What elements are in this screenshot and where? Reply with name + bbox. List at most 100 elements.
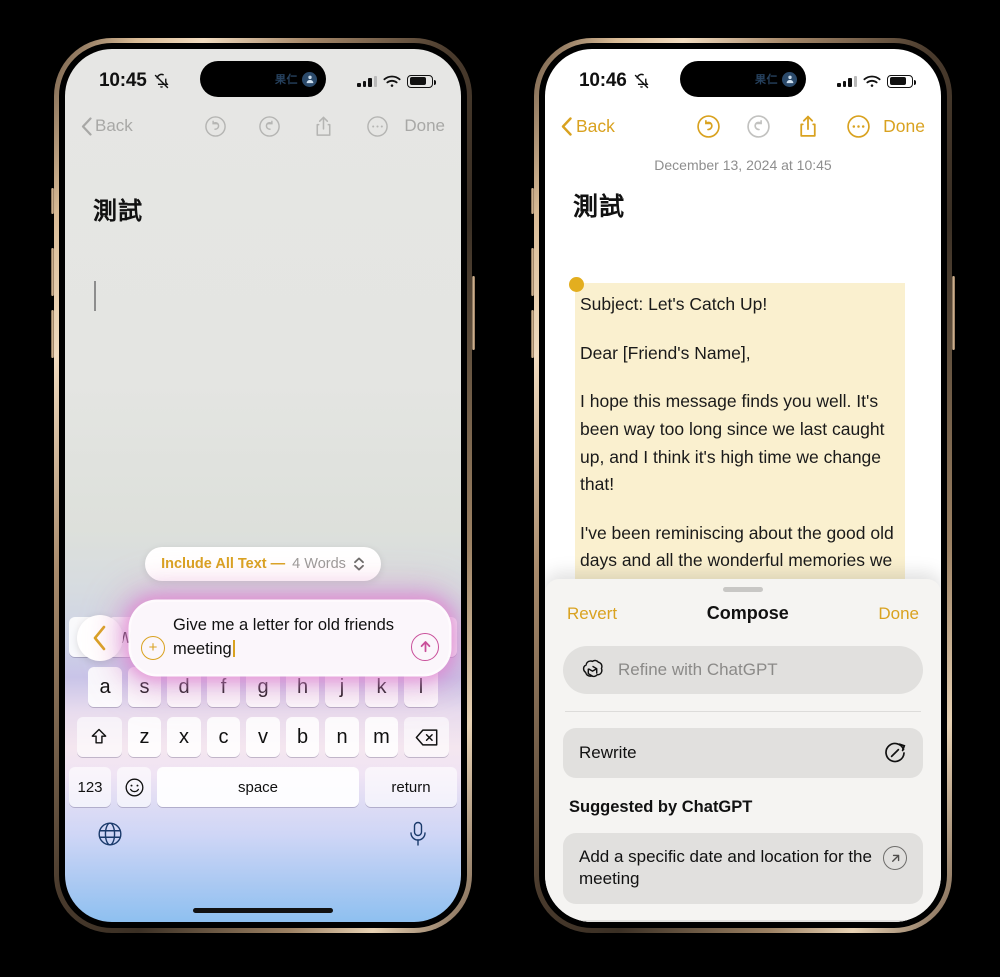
emoji-smiley-icon <box>125 778 143 796</box>
chatgpt-logo-icon <box>582 659 603 677</box>
key-b[interactable]: b <box>285 717 320 757</box>
wifi-icon <box>383 75 401 87</box>
chevron-left-icon <box>93 625 106 651</box>
globe-language-icon[interactable] <box>97 821 123 852</box>
more-ellipsis-icon[interactable] <box>833 114 883 139</box>
keyboard-row-3: zxcvbnm <box>65 717 461 757</box>
arrow-up-right-circle-icon[interactable] <box>883 846 907 870</box>
power-button[interactable] <box>952 276 955 350</box>
dynamic-island-right[interactable]: 果仁 <box>680 61 806 97</box>
battery-icon <box>407 74 436 88</box>
microphone-icon[interactable] <box>407 821 429 852</box>
power-button[interactable] <box>472 276 475 350</box>
return-key[interactable]: return <box>365 767 457 807</box>
send-button[interactable] <box>411 632 439 661</box>
shift-key[interactable] <box>76 717 122 757</box>
keyboard-row-4: 123 space return <box>65 767 461 807</box>
back-button[interactable]: Back <box>81 116 133 136</box>
bell-slash-icon <box>634 73 649 88</box>
backspace-delete-icon <box>415 728 438 746</box>
sheet-done-button[interactable]: Done <box>878 604 919 624</box>
include-text-pill-wrap: Include All Text — 4 Words <box>65 547 461 581</box>
key-x[interactable]: x <box>167 717 201 757</box>
key-c[interactable]: c <box>206 717 241 757</box>
revert-button[interactable]: Revert <box>567 604 617 624</box>
key-m[interactable]: m <box>364 717 399 757</box>
share-icon[interactable] <box>296 115 350 138</box>
compose-sheet: Revert Compose Done Refine with ChatGPT … <box>545 579 941 922</box>
note-title[interactable]: 測試 <box>573 187 625 223</box>
home-indicator[interactable] <box>193 908 333 913</box>
refine-placeholder: Refine with ChatGPT <box>618 660 778 679</box>
include-all-text-pill[interactable]: Include All Text — 4 Words <box>145 547 381 581</box>
person-icon <box>302 71 317 87</box>
note-timestamp: December 13, 2024 at 10:45 <box>654 157 832 173</box>
status-time: 10:45 <box>99 70 170 92</box>
include-pill-count: 4 Words <box>292 556 346 572</box>
rewrite-row[interactable]: Rewrite <box>563 728 923 778</box>
undo-icon[interactable] <box>188 115 242 138</box>
note-title[interactable]: 測試 <box>93 191 143 226</box>
ai-prompt-input[interactable]: + Give me a letter for old friends meeti… <box>131 602 449 674</box>
composer-back-button[interactable] <box>77 614 123 661</box>
share-icon[interactable] <box>783 114 833 139</box>
island-user-name: 果仁 <box>755 74 778 86</box>
more-ellipsis-icon[interactable] <box>350 115 404 138</box>
arrow-up-circle-icon <box>420 641 430 653</box>
done-button[interactable]: Done <box>404 116 445 136</box>
phone-right-bezel: 10:46 果仁 Back Done December 13, 2024 at … <box>539 43 947 928</box>
note-paragraph: Dear [Friend's Name], <box>580 342 751 363</box>
phone-left: 10:45 果仁 Back Done 測試 Include All Text —… <box>51 38 475 933</box>
selection-start-handle[interactable] <box>569 277 584 292</box>
space-key[interactable]: space <box>157 767 359 807</box>
redo-icon <box>733 114 783 139</box>
status-time-label: 10:45 <box>99 70 147 91</box>
rewrite-dial-icon <box>885 742 906 763</box>
text-caret <box>94 281 96 311</box>
key-v[interactable]: v <box>246 717 280 757</box>
undo-icon[interactable] <box>683 114 733 139</box>
back-label: Back <box>576 115 615 136</box>
composer-row: + Give me a letter for old friends meeti… <box>65 602 461 674</box>
status-indicators <box>357 74 436 88</box>
emoji-key[interactable] <box>117 767 151 807</box>
note-toolbar-right: Back Done <box>545 103 941 149</box>
ai-prompt-value: Give me a letter for old friends meeting <box>173 616 395 658</box>
volume-up-button[interactable] <box>531 248 534 296</box>
key-z[interactable]: z <box>127 717 162 757</box>
volume-down-button[interactable] <box>531 310 534 358</box>
stepper-updown-icon[interactable] <box>353 556 365 572</box>
volume-down-button[interactable] <box>51 310 54 358</box>
compose-sheet-header: Revert Compose Done <box>545 592 941 628</box>
delete-key[interactable] <box>404 717 450 757</box>
chevron-left-icon <box>81 116 92 136</box>
shift-arrow-icon <box>91 728 107 744</box>
include-pill-prefix: Include All Text — <box>161 556 286 572</box>
refine-with-chatgpt-input[interactable]: Refine with ChatGPT <box>563 646 923 694</box>
note-paragraph: Subject: Let's Catch Up! <box>580 294 768 314</box>
dynamic-island-left[interactable]: 果仁 <box>200 61 326 97</box>
note-body-highlighted[interactable]: Subject: Let's Catch Up! Dear [Friend's N… <box>575 283 905 597</box>
chevron-left-icon <box>561 116 572 136</box>
cellular-signal-icon <box>357 75 377 87</box>
silent-switch[interactable] <box>531 188 534 214</box>
phone-left-bezel: 10:45 果仁 Back Done 測試 Include All Text —… <box>59 43 467 928</box>
suggestion-row[interactable]: Add a specific date and location for the… <box>563 833 923 904</box>
rewrite-label: Rewrite <box>579 742 637 762</box>
phone-right-screen: 10:46 果仁 Back Done December 13, 2024 at … <box>545 49 941 922</box>
volume-up-button[interactable] <box>51 248 54 296</box>
suggestion-row[interactable]: Include a list of common interestsor act… <box>563 919 923 922</box>
note-paragraph: I hope this message finds you well. It's… <box>580 391 885 495</box>
toolbar-tools <box>188 115 404 138</box>
back-button[interactable]: Back <box>561 116 615 137</box>
plus-circle-icon[interactable]: + <box>141 635 165 660</box>
done-button[interactable]: Done <box>883 116 925 137</box>
key-n[interactable]: n <box>325 717 359 757</box>
numbers-key[interactable]: 123 <box>69 767 111 807</box>
silent-switch[interactable] <box>51 188 54 214</box>
island-user-name: 果仁 <box>275 74 298 86</box>
cellular-signal-icon <box>837 75 857 87</box>
bell-slash-icon <box>154 73 169 88</box>
redo-icon[interactable] <box>242 115 296 138</box>
battery-icon <box>887 74 916 88</box>
